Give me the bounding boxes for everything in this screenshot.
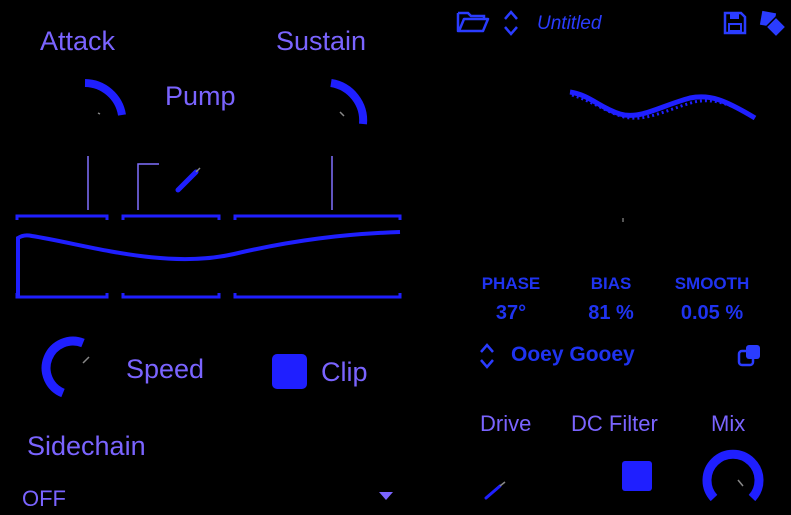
up-down-chevron-icon[interactable] [503,9,519,37]
preset-title[interactable]: Untitled [537,13,601,35]
folder-open-icon[interactable] [456,10,490,34]
phase-value[interactable]: 37° [475,302,547,325]
preset-name[interactable]: Ooey Gooey [511,343,635,367]
drive-label: Drive [480,411,532,436]
attack-label: Attack [40,26,116,56]
sidechain-select[interactable]: OFF [20,480,400,512]
smooth-label: SMOOTH [674,274,750,293]
copy-icon[interactable] [737,343,765,369]
mix-label: Mix [711,411,746,436]
phase-label: PHASE [481,274,541,293]
dc-filter-label: DC Filter [571,411,658,436]
layers-icon[interactable] [758,9,788,39]
sustain-label: Sustain [276,26,367,56]
bias-label: BIAS [590,274,632,293]
preset-up-down-icon[interactable] [479,342,495,370]
mix-knob[interactable] [700,446,766,506]
attack-knob[interactable] [70,72,140,132]
drive-knob[interactable] [482,478,512,502]
sidechain-label: Sidechain [27,431,146,461]
sidechain-value: OFF [22,486,66,511]
pump-label: Pump [165,81,236,111]
smooth-value[interactable]: 0.05 % [663,302,761,325]
bias-value[interactable]: 81 % [575,302,647,325]
speed-knob[interactable] [36,335,106,400]
save-icon[interactable] [723,11,747,35]
sustain-knob[interactable] [318,72,388,132]
envelope-editor[interactable] [14,150,404,305]
waveform-display [569,89,757,222]
clip-checkbox[interactable] [272,354,307,389]
speed-label: Speed [126,354,205,384]
dc-filter-checkbox[interactable] [622,461,652,491]
dropdown-arrow-icon [379,492,393,500]
clip-label: Clip [321,357,368,387]
